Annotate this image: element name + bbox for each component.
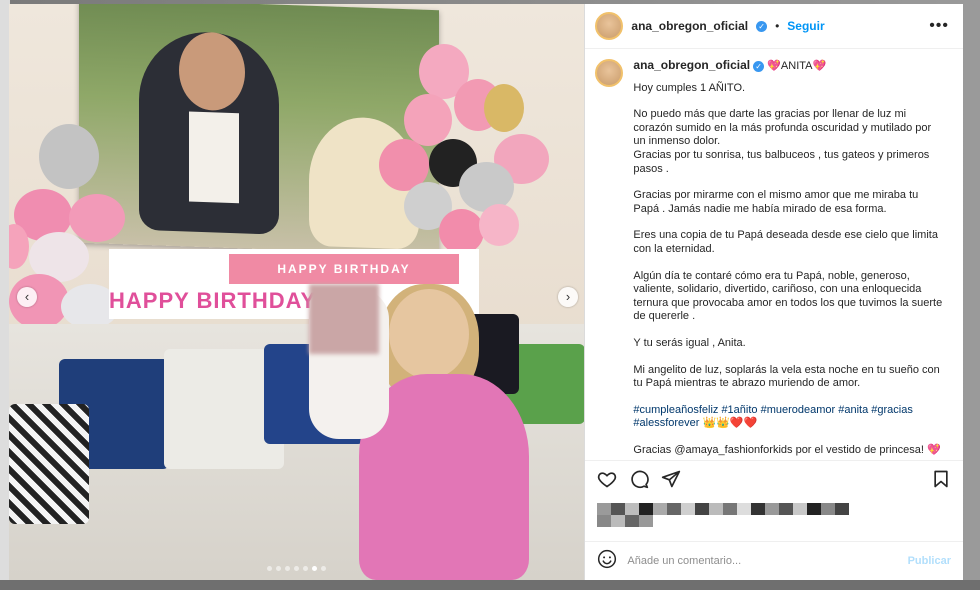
verified-badge-icon: ✓ — [753, 61, 765, 72]
comment-bar: Añade un comentario... Publicar — [585, 541, 963, 580]
slide-dot — [276, 566, 282, 571]
poster-shirt — [189, 111, 239, 204]
pixelated-block — [625, 503, 640, 515]
caption-area: ana_obregon_oficial ✓ 💖ANITA💖 Hoy cumple… — [585, 49, 963, 460]
pixelated-block — [765, 503, 780, 515]
caption-paragraph: Gracias por mirarme con el mismo amor qu… — [633, 189, 919, 215]
balloon — [439, 209, 484, 254]
pixelated-block — [611, 515, 626, 527]
chevron-right-icon: › — [565, 289, 571, 304]
pixelated-block — [625, 515, 640, 527]
caption-title: 💖ANITA💖 — [767, 60, 827, 72]
slide-indicator — [9, 566, 584, 571]
pixelated-block — [597, 515, 612, 527]
comment-input[interactable]: Añade un comentario... — [627, 555, 741, 567]
pixelated-block — [639, 515, 654, 527]
balloon — [484, 84, 524, 132]
username-link[interactable]: ana_obregon_oficial — [631, 19, 748, 33]
slide-dot — [303, 566, 309, 571]
verified-badge-icon: ✓ — [756, 20, 768, 32]
happy-birthday-banner-top: HAPPY BIRTHDAY — [229, 254, 459, 284]
next-slide-button[interactable]: › — [558, 287, 578, 307]
balloon — [404, 94, 452, 146]
chevron-left-icon: ‹ — [24, 289, 30, 304]
caption-paragraph: Eres una copia de tu Papá deseada desde … — [633, 229, 938, 255]
pixelated-block — [597, 503, 612, 515]
pixelated-block — [737, 503, 752, 515]
header-separator: • — [775, 19, 780, 33]
emoji-icon[interactable] — [597, 549, 617, 574]
banner-text-top: HAPPY BIRTHDAY — [277, 262, 411, 276]
pixelated-block — [779, 503, 794, 515]
post-media: HAPPY BIRTHDAY HAPPY BIRTHDAY ‹ › — [9, 4, 585, 580]
woman-face — [389, 289, 469, 379]
caption-username-link[interactable]: ana_obregon_oficial — [633, 58, 750, 72]
post-header: ana_obregon_oficial ✓ • Seguir ••• — [585, 4, 963, 49]
slide-dot — [267, 566, 273, 571]
pixelated-block — [695, 503, 710, 515]
heart-icon[interactable] — [597, 469, 617, 494]
post-modal: HAPPY BIRTHDAY HAPPY BIRTHDAY ‹ › ana_ob… — [9, 4, 963, 580]
pixelated-block — [709, 503, 724, 515]
post-side-panel: ana_obregon_oficial ✓ • Seguir ••• ana_o… — [584, 4, 963, 580]
caption-paragraph: Algún día te contaré cómo era tu Papá, n… — [633, 269, 943, 323]
slide-dot — [294, 566, 300, 571]
balloon — [39, 124, 99, 189]
bookmark-icon[interactable] — [931, 469, 951, 494]
pixelated-block — [681, 503, 696, 515]
pixelated-block — [835, 503, 850, 515]
balloon — [69, 194, 125, 242]
balloon — [479, 204, 519, 246]
photo-poster — [79, 4, 439, 256]
cushion-patterned — [9, 404, 89, 524]
caption-text: ana_obregon_oficial ✓ 💖ANITA💖 Hoy cumple… — [633, 58, 943, 460]
slide-dot — [321, 566, 327, 571]
share-icon[interactable] — [661, 469, 681, 494]
caption-paragraph: Mi angelito de luz, soplarás la vela est… — [633, 363, 940, 390]
bottom-page-strip — [0, 580, 980, 590]
caption-paragraph: No puedo más que darte las gracias por l… — [633, 108, 932, 175]
pixelated-block — [751, 503, 766, 515]
comment-icon[interactable] — [629, 469, 650, 494]
action-bar — [585, 460, 963, 501]
pixelated-block — [611, 503, 626, 515]
previous-slide-button[interactable]: ‹ — [17, 287, 37, 307]
banner-text-lower: HAPPY BIRTHDAY — [109, 288, 317, 313]
pixelated-block — [807, 503, 822, 515]
pixelated-block — [653, 503, 668, 515]
caption-paragraph: Hoy cumples 1 AÑITO. — [633, 81, 746, 94]
more-options-icon[interactable]: ••• — [929, 17, 949, 35]
likes-pixelated-area — [585, 501, 963, 541]
caption-hashtags[interactable]: #cumpleañosfeliz #1añito #muerodeamor #a… — [633, 404, 943, 431]
slide-dot — [312, 566, 318, 571]
blurred-face — [309, 284, 379, 354]
caption-paragraph: Y tu serás igual , Anita. — [633, 336, 746, 349]
avatar[interactable] — [595, 12, 624, 40]
caption-header: ana_obregon_oficial ✓ 💖ANITA💖 — [633, 58, 943, 74]
avatar[interactable] — [595, 59, 624, 87]
slide-dot — [285, 566, 291, 571]
publish-button[interactable]: Publicar — [908, 555, 951, 567]
pixelated-block — [821, 503, 836, 515]
pixelated-block — [639, 503, 654, 515]
pixelated-block — [667, 503, 682, 515]
pixelated-block — [723, 503, 738, 515]
pixelated-block — [793, 503, 808, 515]
caption-last-line: Gracias @amaya_fashionforkids por el ves… — [633, 443, 941, 456]
follow-button[interactable]: Seguir — [787, 19, 824, 33]
